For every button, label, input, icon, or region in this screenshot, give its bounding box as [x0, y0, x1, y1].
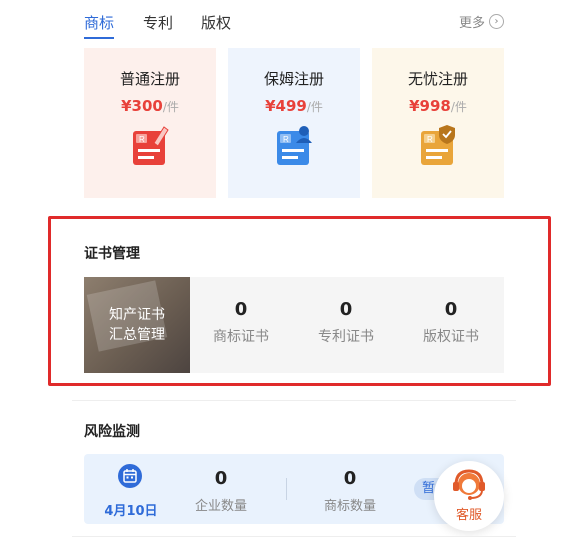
more-link[interactable]: 更多 ›	[459, 12, 504, 31]
card-price: ¥998/件	[409, 97, 467, 115]
card-price: ¥499/件	[265, 97, 323, 115]
tab-copyright[interactable]: 版权	[201, 12, 231, 33]
svg-text:R: R	[283, 135, 289, 144]
card-title: 普通注册	[119, 70, 180, 88]
highlight-frame	[48, 216, 551, 386]
customer-service-button[interactable]: 客服	[434, 461, 504, 531]
stat-company-count[interactable]: 0 企业数量	[171, 468, 271, 514]
category-tabs: 商标 专利 版权 更多 ›	[84, 12, 504, 40]
chevron-right-circle-icon: ›	[489, 14, 504, 29]
stat-value: 0	[343, 468, 357, 489]
card-nanny-registration[interactable]: 保姆注册 ¥499/件 R	[228, 48, 360, 198]
card-title: 无忧注册	[407, 70, 468, 88]
card-normal-registration[interactable]: 普通注册 ¥300/件 R	[84, 48, 216, 198]
stat-value: 0	[214, 468, 228, 489]
tab-patent[interactable]: 专利	[143, 12, 173, 33]
headset-agent-icon	[453, 469, 485, 500]
trademark-doc-pen-icon: R	[133, 126, 169, 165]
calendar-icon	[118, 464, 142, 488]
stat-divider	[286, 478, 287, 500]
svg-text:R: R	[427, 135, 433, 144]
trademark-doc-shield-icon: R	[421, 125, 455, 165]
card-title: 保姆注册	[263, 70, 324, 88]
svg-text:R: R	[139, 135, 145, 144]
more-label: 更多	[458, 16, 485, 31]
section-title-risk: 风险监测	[84, 424, 140, 440]
stat-label: 商标数量	[323, 499, 376, 514]
monitor-date: 4月10日	[104, 504, 158, 519]
customer-service-label: 客服	[455, 508, 482, 523]
active-tab-underline	[84, 37, 114, 39]
stat-label: 企业数量	[194, 499, 247, 514]
section-divider	[72, 400, 516, 401]
card-price: ¥300/件	[121, 97, 179, 115]
stat-trademark-count[interactable]: 0 商标数量	[300, 468, 400, 514]
card-worryfree-registration[interactable]: 无忧注册 ¥998/件 R	[372, 48, 504, 198]
tab-trademark[interactable]: 商标	[84, 12, 114, 33]
trademark-doc-person-icon: R	[277, 126, 312, 165]
